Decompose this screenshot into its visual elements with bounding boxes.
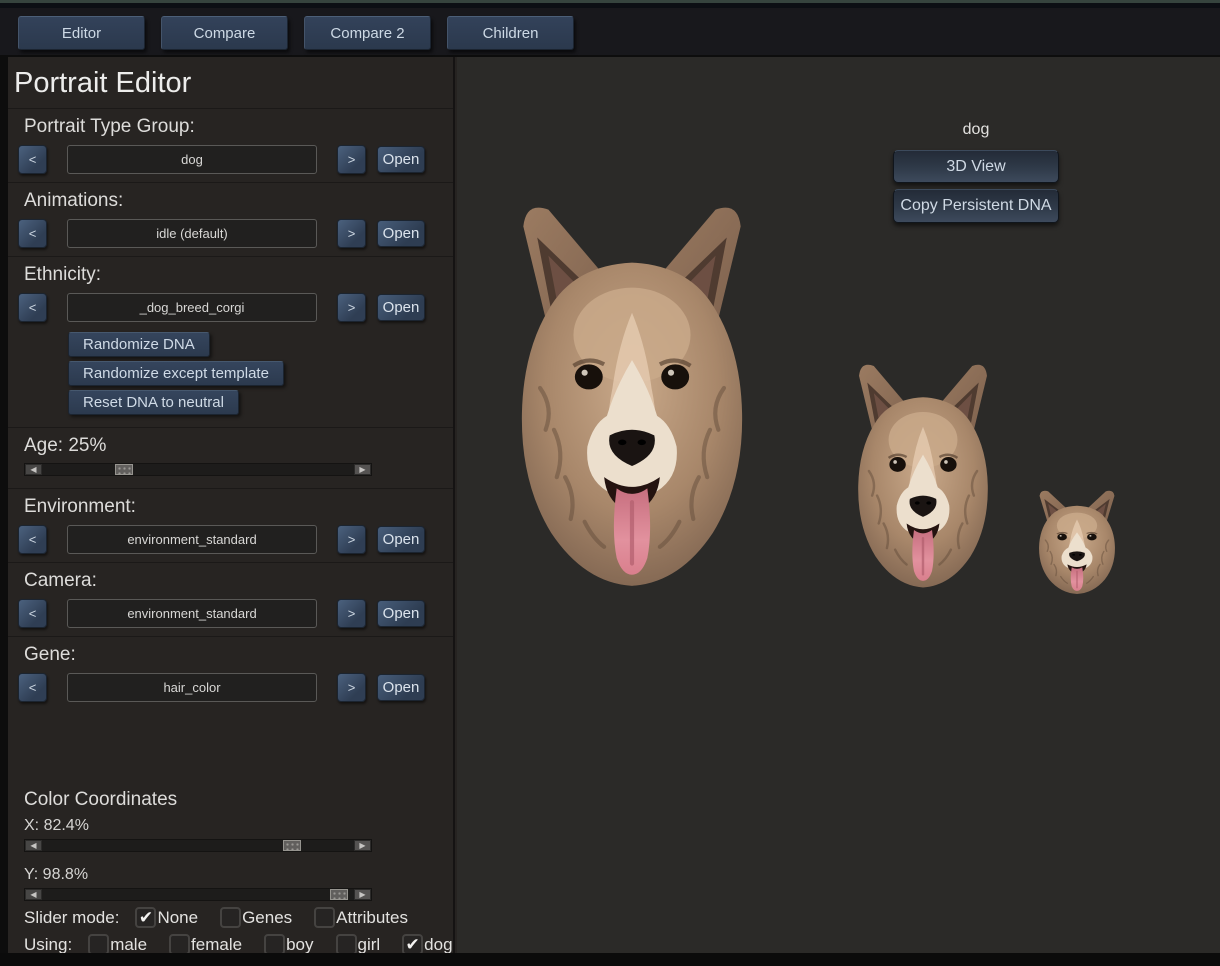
portrait-small: [1029, 483, 1125, 597]
color-y-slider-right-arrow-icon[interactable]: ▶: [354, 889, 371, 900]
section-gene: Gene: < > Open: [8, 637, 453, 710]
section-age: Age: 25% ◀ ▶: [8, 428, 453, 489]
camera-value[interactable]: [67, 599, 317, 628]
window-chrome-bottom: [0, 953, 1220, 966]
portrait-canvas: dog 3D View Copy Persistent DNA: [457, 57, 1220, 953]
color-y-slider-thumb[interactable]: [330, 889, 348, 900]
environment-value[interactable]: [67, 525, 317, 554]
section-color-coordinates: Color Coordinates X: 82.4% ◀ ▶ Y: 98.8% …: [8, 782, 453, 966]
portrait-type-group-open-button[interactable]: Open: [377, 146, 425, 173]
animations-open-button[interactable]: Open: [377, 220, 425, 247]
color-coordinates-title: Color Coordinates: [24, 789, 441, 811]
camera-prev-button[interactable]: <: [18, 599, 47, 628]
gene-next-button[interactable]: >: [337, 673, 366, 702]
checkbox-dog-label: dog: [424, 935, 452, 955]
checkbox-genes[interactable]: [220, 907, 241, 928]
environment-prev-button[interactable]: <: [18, 525, 47, 554]
section-environment: Environment: < > Open: [8, 489, 453, 563]
animations-prev-button[interactable]: <: [18, 219, 47, 248]
portrait-medium: [841, 348, 1005, 594]
color-x-slider-right-arrow-icon[interactable]: ▶: [354, 840, 371, 851]
randomize-dna-button[interactable]: Randomize DNA: [68, 332, 210, 357]
tab-compare-2[interactable]: Compare 2: [304, 16, 431, 50]
color-x-label: X: 82.4%: [24, 817, 441, 835]
section-ethnicity: Ethnicity: < > Open Randomize DNA Random…: [8, 257, 453, 428]
checkbox-boy[interactable]: [264, 934, 285, 955]
environment-open-button[interactable]: Open: [377, 526, 425, 553]
color-x-slider-left-arrow-icon[interactable]: ◀: [25, 840, 42, 851]
section-portrait-type-group: Portrait Type Group: < > Open: [8, 109, 453, 183]
checkbox-attributes-label: Attributes: [336, 908, 408, 928]
age-slider[interactable]: ◀ ▶: [24, 463, 372, 476]
using-row: Using: male female boy girl: [24, 934, 441, 955]
tab-compare[interactable]: Compare: [161, 16, 288, 50]
slider-mode-label: Slider mode:: [24, 908, 119, 928]
checkbox-male-label: male: [110, 935, 147, 955]
animations-value[interactable]: [67, 219, 317, 248]
gene-label: Gene:: [24, 644, 441, 666]
randomize-except-template-button[interactable]: Randomize except template: [68, 361, 284, 386]
color-y-slider[interactable]: ◀ ▶: [24, 888, 372, 901]
checkbox-girl[interactable]: [336, 934, 357, 955]
age-slider-thumb[interactable]: [115, 464, 133, 475]
camera-next-button[interactable]: >: [337, 599, 366, 628]
checkbox-boy-label: boy: [286, 935, 313, 955]
view-3d-button[interactable]: 3D View: [893, 150, 1059, 183]
slider-mode-row: Slider mode: ✔ None Genes Attributes: [24, 907, 441, 928]
portrait-large: [491, 179, 773, 597]
age-label: Age: 25%: [24, 435, 441, 457]
tab-editor[interactable]: Editor: [18, 16, 145, 50]
age-slider-left-arrow-icon[interactable]: ◀: [25, 464, 42, 475]
tab-children[interactable]: Children: [447, 16, 574, 50]
color-y-slider-left-arrow-icon[interactable]: ◀: [25, 889, 42, 900]
editor-panel: Portrait Editor Portrait Type Group: < >…: [8, 57, 455, 953]
section-animations: Animations: < > Open: [8, 183, 453, 257]
checkbox-none-label: None: [157, 908, 198, 928]
ethnicity-label: Ethnicity:: [24, 264, 441, 286]
portrait-type-group-next-button[interactable]: >: [337, 145, 366, 174]
color-x-slider-thumb[interactable]: [283, 840, 301, 851]
age-slider-right-arrow-icon[interactable]: ▶: [354, 464, 371, 475]
color-y-label: Y: 98.8%: [24, 866, 441, 884]
gene-prev-button[interactable]: <: [18, 673, 47, 702]
environment-next-button[interactable]: >: [337, 525, 366, 554]
color-x-slider[interactable]: ◀ ▶: [24, 839, 372, 852]
checkbox-male[interactable]: [88, 934, 109, 955]
copy-persistent-dna-button[interactable]: Copy Persistent DNA: [893, 189, 1059, 223]
animations-label: Animations:: [24, 190, 441, 212]
animations-next-button[interactable]: >: [337, 219, 366, 248]
section-camera: Camera: < > Open: [8, 563, 453, 637]
ethnicity-next-button[interactable]: >: [337, 293, 366, 322]
gene-open-button[interactable]: Open: [377, 674, 425, 701]
using-label: Using:: [24, 935, 72, 955]
gene-value[interactable]: [67, 673, 317, 702]
ethnicity-prev-button[interactable]: <: [18, 293, 47, 322]
panel-spacer: [8, 710, 453, 782]
checkbox-dog[interactable]: ✔: [402, 934, 423, 955]
checkbox-female-label: female: [191, 935, 242, 955]
checkbox-girl-label: girl: [358, 935, 381, 955]
ethnicity-open-button[interactable]: Open: [377, 294, 425, 321]
window-chrome-left: [0, 57, 8, 953]
reset-dna-to-neutral-button[interactable]: Reset DNA to neutral: [68, 390, 239, 415]
tab-bar: Editor Compare Compare 2 Children: [0, 8, 1220, 57]
checkbox-attributes[interactable]: [314, 907, 335, 928]
environment-label: Environment:: [24, 496, 441, 518]
portrait-caption: dog: [893, 121, 1059, 139]
portrait-type-group-value[interactable]: [67, 145, 317, 174]
checkbox-female[interactable]: [169, 934, 190, 955]
portrait-editor-window: Editor Compare Compare 2 Children Portra…: [0, 0, 1220, 966]
portrait-type-group-label: Portrait Type Group:: [24, 116, 441, 138]
camera-open-button[interactable]: Open: [377, 600, 425, 627]
page-title: Portrait Editor: [8, 57, 453, 109]
checkbox-genes-label: Genes: [242, 908, 292, 928]
camera-label: Camera:: [24, 570, 441, 592]
checkbox-none[interactable]: ✔: [135, 907, 156, 928]
portrait-type-group-prev-button[interactable]: <: [18, 145, 47, 174]
ethnicity-value[interactable]: [67, 293, 317, 322]
